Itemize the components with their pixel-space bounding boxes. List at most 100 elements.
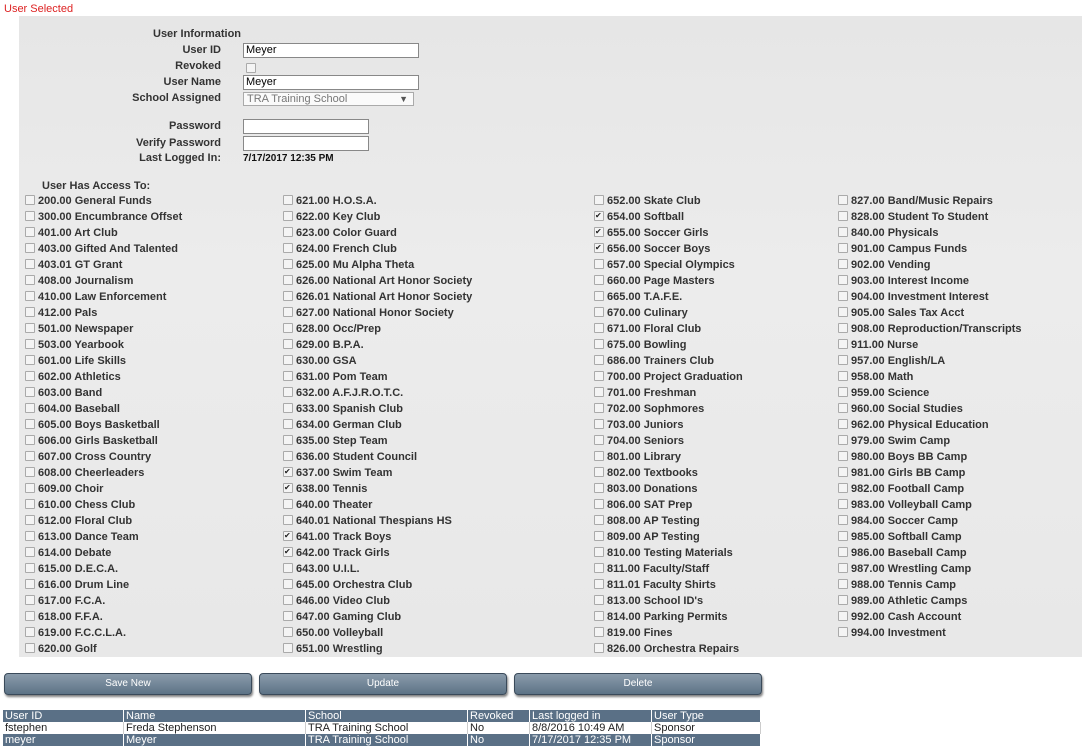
access-item[interactable]: 626.01 National Art Honor Society — [283, 290, 472, 306]
access-item[interactable]: 403.00 Gifted And Talented — [25, 242, 182, 258]
access-checkbox[interactable] — [838, 563, 848, 574]
access-item[interactable]: 819.00 Fines — [594, 626, 743, 642]
access-item[interactable]: 635.00 Step Team — [283, 434, 472, 450]
access-checkbox[interactable] — [283, 419, 293, 430]
access-checkbox[interactable] — [838, 435, 848, 446]
access-item[interactable]: 615.00 D.E.C.A. — [25, 562, 182, 578]
access-item[interactable]: 636.00 Student Council — [283, 450, 472, 466]
access-checkbox[interactable] — [283, 643, 293, 654]
access-checkbox[interactable] — [25, 227, 35, 238]
access-checkbox[interactable] — [283, 323, 293, 334]
access-item[interactable]: 647.00 Gaming Club — [283, 610, 472, 626]
access-item[interactable]: 904.00 Investment Interest — [838, 290, 1022, 306]
access-checkbox[interactable] — [594, 643, 604, 654]
access-item[interactable]: 642.00 Track Girls — [283, 546, 472, 562]
access-checkbox[interactable] — [594, 211, 604, 222]
access-checkbox[interactable] — [838, 291, 848, 302]
access-item[interactable]: 801.00 Library — [594, 450, 743, 466]
access-item[interactable]: 958.00 Math — [838, 370, 1022, 386]
access-checkbox[interactable] — [594, 291, 604, 302]
access-checkbox[interactable] — [283, 339, 293, 350]
access-checkbox[interactable] — [594, 403, 604, 414]
access-item[interactable]: 957.00 English/LA — [838, 354, 1022, 370]
access-item[interactable]: 603.00 Band — [25, 386, 182, 402]
access-checkbox[interactable] — [25, 211, 35, 222]
access-checkbox[interactable] — [594, 371, 604, 382]
revoked-checkbox[interactable] — [246, 63, 256, 73]
access-item[interactable]: 408.00 Journalism — [25, 274, 182, 290]
access-item[interactable]: 980.00 Boys BB Camp — [838, 450, 1022, 466]
column-header-user-id[interactable]: User ID — [3, 710, 124, 722]
access-item[interactable]: 981.00 Girls BB Camp — [838, 466, 1022, 482]
access-checkbox[interactable] — [594, 323, 604, 334]
access-checkbox[interactable] — [838, 515, 848, 526]
column-header-revoked[interactable]: Revoked — [467, 710, 530, 722]
access-item[interactable]: 401.00 Art Club — [25, 226, 182, 242]
access-checkbox[interactable] — [838, 339, 848, 350]
access-item[interactable]: 700.00 Project Graduation — [594, 370, 743, 386]
access-item[interactable]: 616.00 Drum Line — [25, 578, 182, 594]
access-checkbox[interactable] — [594, 339, 604, 350]
access-checkbox[interactable] — [838, 371, 848, 382]
access-checkbox[interactable] — [25, 643, 35, 654]
access-checkbox[interactable] — [25, 419, 35, 430]
access-item[interactable]: 703.00 Juniors — [594, 418, 743, 434]
access-checkbox[interactable] — [838, 195, 848, 206]
access-checkbox[interactable] — [283, 499, 293, 510]
access-item[interactable]: 200.00 General Funds — [25, 194, 182, 210]
access-checkbox[interactable] — [283, 275, 293, 286]
access-item[interactable]: 645.00 Orchestra Club — [283, 578, 472, 594]
access-item[interactable]: 655.00 Soccer Girls — [594, 226, 743, 242]
access-item[interactable]: 905.00 Sales Tax Acct — [838, 306, 1022, 322]
access-checkbox[interactable] — [25, 547, 35, 558]
access-checkbox[interactable] — [25, 371, 35, 382]
update-button[interactable]: Update — [259, 673, 507, 695]
access-item[interactable]: 643.00 U.I.L. — [283, 562, 472, 578]
access-checkbox[interactable] — [283, 467, 293, 478]
access-checkbox[interactable] — [25, 323, 35, 334]
access-checkbox[interactable] — [594, 435, 604, 446]
access-checkbox[interactable] — [594, 499, 604, 510]
access-item[interactable]: 814.00 Parking Permits — [594, 610, 743, 626]
access-item[interactable]: 988.00 Tennis Camp — [838, 578, 1022, 594]
save-new-button[interactable]: Save New — [4, 673, 252, 695]
password-field[interactable] — [243, 119, 369, 134]
access-item[interactable]: 640.01 National Thespians HS — [283, 514, 472, 530]
access-item[interactable]: 630.00 GSA — [283, 354, 472, 370]
access-checkbox[interactable] — [838, 387, 848, 398]
access-item[interactable]: 960.00 Social Studies — [838, 402, 1022, 418]
access-checkbox[interactable] — [25, 563, 35, 574]
access-item[interactable]: 410.00 Law Enforcement — [25, 290, 182, 306]
access-checkbox[interactable] — [594, 275, 604, 286]
access-checkbox[interactable] — [838, 403, 848, 414]
access-item[interactable]: 989.00 Athletic Camps — [838, 594, 1022, 610]
access-checkbox[interactable] — [25, 195, 35, 206]
access-item[interactable]: 628.00 Occ/Prep — [283, 322, 472, 338]
access-checkbox[interactable] — [25, 595, 35, 606]
access-item[interactable]: 809.00 AP Testing — [594, 530, 743, 546]
access-checkbox[interactable] — [25, 627, 35, 638]
access-checkbox[interactable] — [838, 627, 848, 638]
access-item[interactable]: 984.00 Soccer Camp — [838, 514, 1022, 530]
access-checkbox[interactable] — [25, 579, 35, 590]
access-checkbox[interactable] — [594, 195, 604, 206]
access-checkbox[interactable] — [838, 259, 848, 270]
access-checkbox[interactable] — [594, 563, 604, 574]
column-header-last-logged[interactable]: Last logged in — [529, 710, 652, 722]
access-checkbox[interactable] — [25, 339, 35, 350]
access-checkbox[interactable] — [283, 291, 293, 302]
access-checkbox[interactable] — [594, 515, 604, 526]
column-header-school[interactable]: School — [305, 710, 468, 722]
access-checkbox[interactable] — [283, 563, 293, 574]
access-checkbox[interactable] — [25, 275, 35, 286]
access-item[interactable]: 613.00 Dance Team — [25, 530, 182, 546]
table-row[interactable]: fstephen Freda Stephenson TRA Training Sch… — [3, 722, 761, 734]
access-checkbox[interactable] — [283, 483, 293, 494]
access-checkbox[interactable] — [838, 243, 848, 254]
access-checkbox[interactable] — [594, 579, 604, 590]
access-checkbox[interactable] — [838, 595, 848, 606]
access-item[interactable]: 606.00 Girls Basketball — [25, 434, 182, 450]
access-checkbox[interactable] — [838, 547, 848, 558]
user-name-field[interactable] — [243, 75, 419, 90]
access-item[interactable]: 621.00 H.O.S.A. — [283, 194, 472, 210]
